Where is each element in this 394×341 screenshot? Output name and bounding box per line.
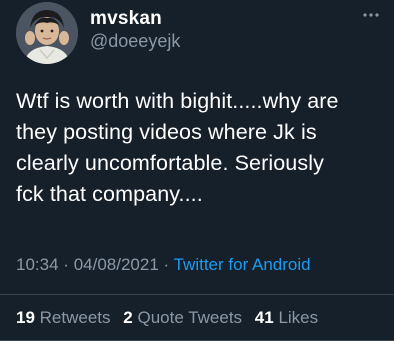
meta-separator: ·	[63, 255, 69, 274]
tweet-stats: 19 Retweets 2 Quote Tweets 41 Likes	[16, 308, 318, 328]
avatar-image	[16, 2, 78, 64]
tweet-time[interactable]: 10:34	[16, 255, 59, 274]
tweet-line: clearly uncomfortable. Seriously	[16, 151, 324, 175]
likes-stat[interactable]: 41 Likes	[255, 308, 318, 327]
retweets-label: Retweets	[39, 308, 111, 327]
quote-tweets-stat[interactable]: 2 Quote Tweets	[123, 308, 242, 327]
avatar[interactable]	[16, 2, 78, 64]
likes-count: 41	[254, 308, 274, 327]
user-handle[interactable]: @doeeyejk	[90, 31, 180, 52]
more-icon[interactable]	[360, 8, 382, 22]
tweet-source-link[interactable]: Twitter for Android	[174, 255, 311, 274]
meta-separator: ·	[163, 255, 170, 274]
tweet-line: they posting videos where Jk is	[16, 120, 317, 144]
tweet-line: fck that company....	[16, 182, 203, 206]
tweet-line: Wtf is worth with bighit.....why are	[16, 89, 339, 113]
retweets-count: 19	[16, 308, 35, 327]
likes-label: Likes	[278, 308, 319, 327]
retweets-stat[interactable]: 19 Retweets	[16, 308, 111, 327]
tweet-text: Wtf is worth with bighit.....why are the…	[16, 86, 388, 210]
tweet-meta: 10:34 · 04/08/2021 · Twitter for Android	[16, 255, 311, 275]
quote-tweets-count: 2	[123, 308, 133, 327]
quote-tweets-label: Quote Tweets	[137, 308, 243, 327]
divider	[0, 294, 394, 295]
display-name[interactable]: mvskan	[90, 8, 162, 30]
tweet-date[interactable]: 04/08/2021	[74, 255, 159, 274]
